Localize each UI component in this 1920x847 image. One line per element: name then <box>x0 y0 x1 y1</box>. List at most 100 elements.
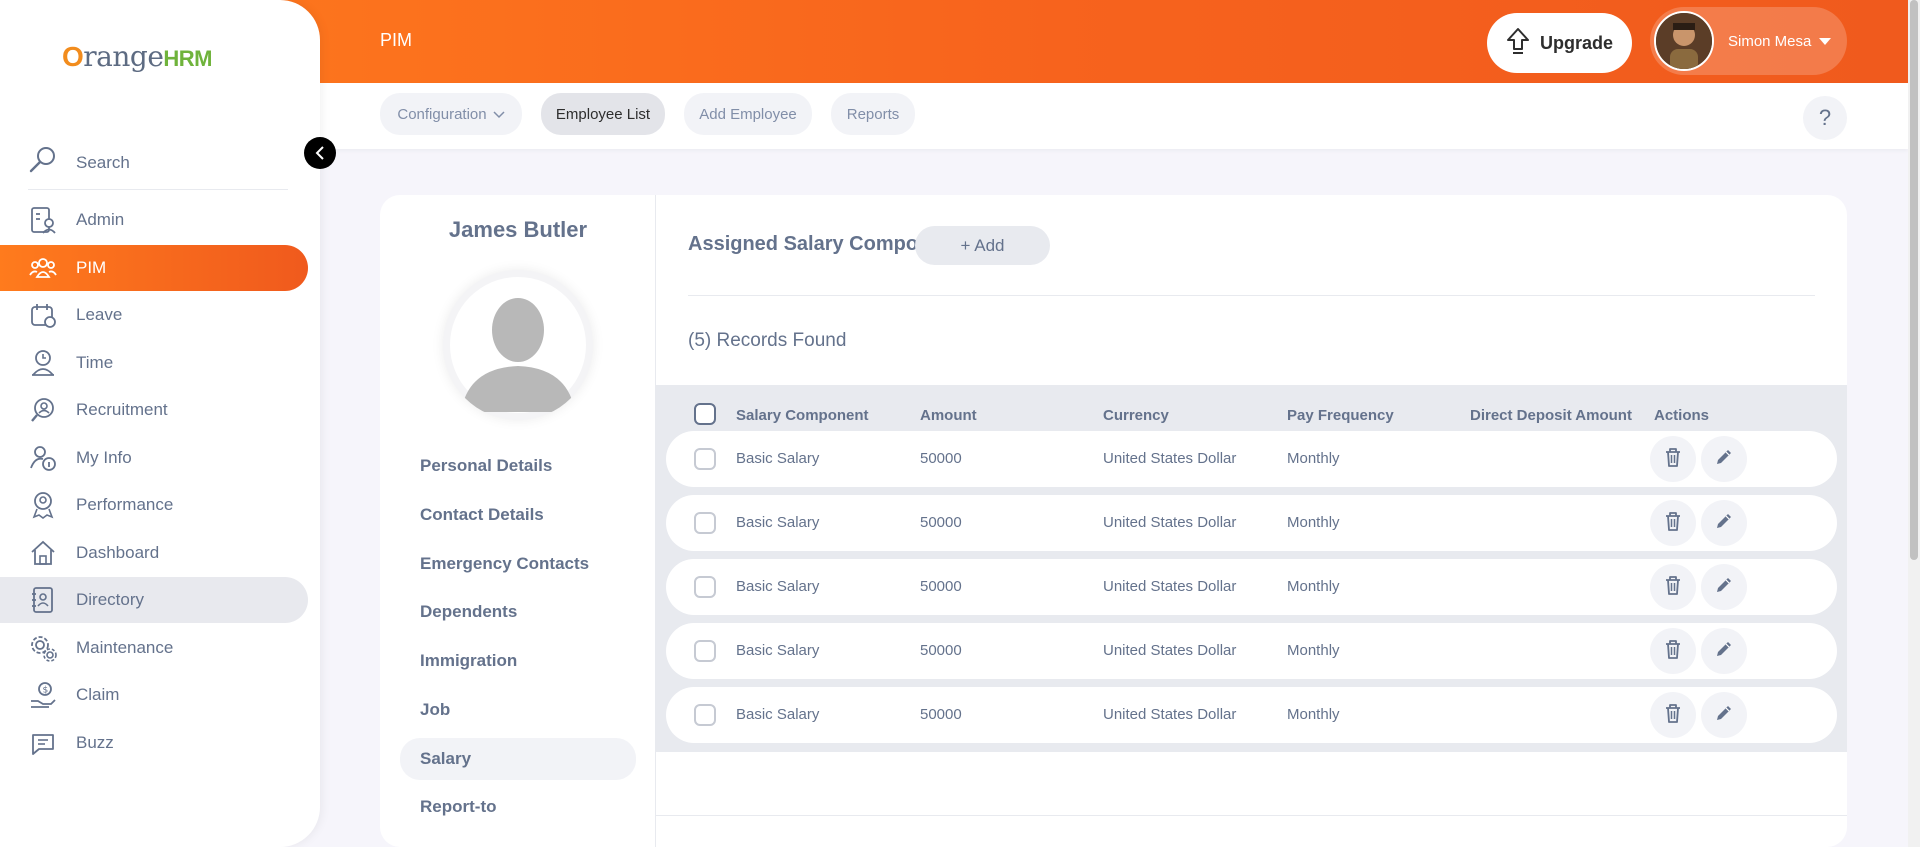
my-info-icon <box>28 443 58 473</box>
tab-employee-list[interactable]: Employee List <box>541 93 665 135</box>
profile-nav-emergency-contacts[interactable]: Emergency Contacts <box>400 543 636 585</box>
salary-table: Salary Component Amount Currency Pay Fre… <box>656 385 1847 752</box>
column-header[interactable]: Direct Deposit Amount <box>1470 407 1632 424</box>
row-checkbox[interactable] <box>694 512 716 534</box>
svg-text:$: $ <box>43 686 49 696</box>
pencil-icon <box>1714 639 1734 664</box>
cell-salary-component: Basic Salary <box>736 578 820 595</box>
sidebar-item-label: Claim <box>76 685 120 704</box>
sidebar-item-label: Admin <box>76 210 125 229</box>
profile-nav-salary[interactable]: Salary <box>400 738 636 780</box>
sidebar-item-directory[interactable]: Directory <box>0 577 308 623</box>
sidebar-collapse-button[interactable] <box>304 137 336 169</box>
scrollbar[interactable] <box>1908 0 1920 847</box>
delete-button[interactable] <box>1650 692 1696 738</box>
trash-icon <box>1664 575 1682 600</box>
sidebar-item-label: Time <box>76 353 114 372</box>
orangehrm-logo: OrangeHRM <box>62 40 212 73</box>
sidebar-item-dashboard[interactable]: Dashboard <box>0 530 308 576</box>
pencil-icon <box>1714 575 1734 600</box>
select-all-checkbox[interactable] <box>694 403 716 425</box>
help-button[interactable]: ? <box>1803 96 1847 140</box>
profile-nav-contact-details[interactable]: Contact Details <box>400 494 636 536</box>
tab-label: Employee List <box>555 105 651 123</box>
module-title: PIM <box>380 30 413 50</box>
edit-button[interactable] <box>1701 500 1747 546</box>
row-checkbox[interactable] <box>694 704 716 726</box>
delete-button[interactable] <box>1650 564 1696 610</box>
cell-amount: 50000 <box>920 706 962 723</box>
delete-button[interactable] <box>1650 436 1696 482</box>
upgrade-button[interactable]: Upgrade <box>1487 13 1632 73</box>
profile-nav-dependents[interactable]: Dependents <box>400 591 636 633</box>
column-header[interactable]: Currency <box>1103 407 1169 424</box>
cell-currency: United States Dollar <box>1103 642 1237 659</box>
cell-salary-component: Basic Salary <box>736 706 820 723</box>
sidebar-item-label: PIM <box>76 258 107 277</box>
profile-nav-personal-details[interactable]: Personal Details <box>400 445 636 487</box>
edit-button[interactable] <box>1701 692 1747 738</box>
pencil-icon <box>1714 703 1734 728</box>
row-checkbox[interactable] <box>694 448 716 470</box>
sidebar-item-claim[interactable]: $ Claim <box>0 672 308 718</box>
sidebar-item-my-info[interactable]: My Info <box>0 435 308 481</box>
sidebar-item-label: Recruitment <box>76 400 168 419</box>
sidebar-item-pim[interactable]: PIM <box>0 245 308 291</box>
row-checkbox[interactable] <box>694 576 716 598</box>
user-name: Simon Mesa <box>1728 32 1812 50</box>
table-row[interactable]: Basic Salary 50000 United States Dollar Mon… <box>666 431 1837 487</box>
cell-pay-frequency: Monthly <box>1287 578 1340 595</box>
table-row[interactable]: Basic Salary 50000 United States Dollar Mon… <box>666 623 1837 679</box>
profile-nav-job[interactable]: Job <box>400 689 636 731</box>
sidebar-item-time[interactable]: Time <box>0 340 308 386</box>
sidebar-item-recruitment[interactable]: Recruitment <box>0 387 308 433</box>
tab-label: Reports <box>846 105 900 123</box>
cell-salary-component: Basic Salary <box>736 642 820 659</box>
sidebar-item-buzz[interactable]: Buzz <box>0 720 308 766</box>
upgrade-icon <box>1506 27 1530 60</box>
tab-reports[interactable]: Reports <box>831 93 915 135</box>
buzz-icon <box>28 728 58 758</box>
sidebar-item-label: Performance <box>76 495 174 514</box>
column-header[interactable]: Salary Component <box>736 407 869 424</box>
cell-amount: 50000 <box>920 514 962 531</box>
column-header[interactable]: Amount <box>920 407 977 424</box>
claim-icon: $ <box>28 680 58 710</box>
scrollbar-thumb[interactable] <box>1910 0 1918 560</box>
sidebar-item-admin[interactable]: Admin <box>0 197 308 243</box>
column-header: Actions <box>1654 407 1710 424</box>
user-menu[interactable]: Simon Mesa <box>1650 7 1847 75</box>
profile-nav-immigration[interactable]: Immigration <box>400 640 636 682</box>
edit-button[interactable] <box>1701 436 1747 482</box>
trash-icon <box>1664 703 1682 728</box>
sidebar-item-label: Maintenance <box>76 638 174 657</box>
delete-button[interactable] <box>1650 628 1696 674</box>
profile-nav-report-to[interactable]: Report-to <box>400 786 636 828</box>
edit-button[interactable] <box>1701 564 1747 610</box>
edit-button[interactable] <box>1701 628 1747 674</box>
table-row[interactable]: Basic Salary 50000 United States Dollar Mon… <box>666 495 1837 551</box>
employee-photo[interactable] <box>443 270 593 420</box>
sidebar-item-leave[interactable]: Leave <box>0 292 308 338</box>
delete-button[interactable] <box>1650 500 1696 546</box>
directory-icon <box>28 585 58 615</box>
table-row[interactable]: Basic Salary 50000 United States Dollar Mon… <box>666 559 1837 615</box>
cell-amount: 50000 <box>920 450 962 467</box>
divider <box>656 815 1847 816</box>
column-header[interactable]: Pay Frequency <box>1287 407 1394 424</box>
cell-salary-component: Basic Salary <box>736 450 820 467</box>
row-checkbox[interactable] <box>694 640 716 662</box>
cell-pay-frequency: Monthly <box>1287 642 1340 659</box>
tab-configuration[interactable]: Configuration <box>380 93 522 135</box>
tab-add-employee[interactable]: Add Employee <box>684 93 812 135</box>
sidebar-item-performance[interactable]: Performance <box>0 482 308 528</box>
sidebar-search[interactable]: Search <box>28 136 288 190</box>
tab-label: Configuration <box>397 105 487 123</box>
table-row[interactable]: Basic Salary 50000 United States Dollar Mon… <box>666 687 1837 743</box>
add-salary-button[interactable]: + Add <box>915 226 1050 265</box>
employee-name: James Butler <box>448 217 588 242</box>
sidebar-item-maintenance[interactable]: Maintenance <box>0 625 308 671</box>
cell-currency: United States Dollar <box>1103 578 1237 595</box>
divider <box>688 295 1815 296</box>
tab-label: Add Employee <box>699 105 797 123</box>
